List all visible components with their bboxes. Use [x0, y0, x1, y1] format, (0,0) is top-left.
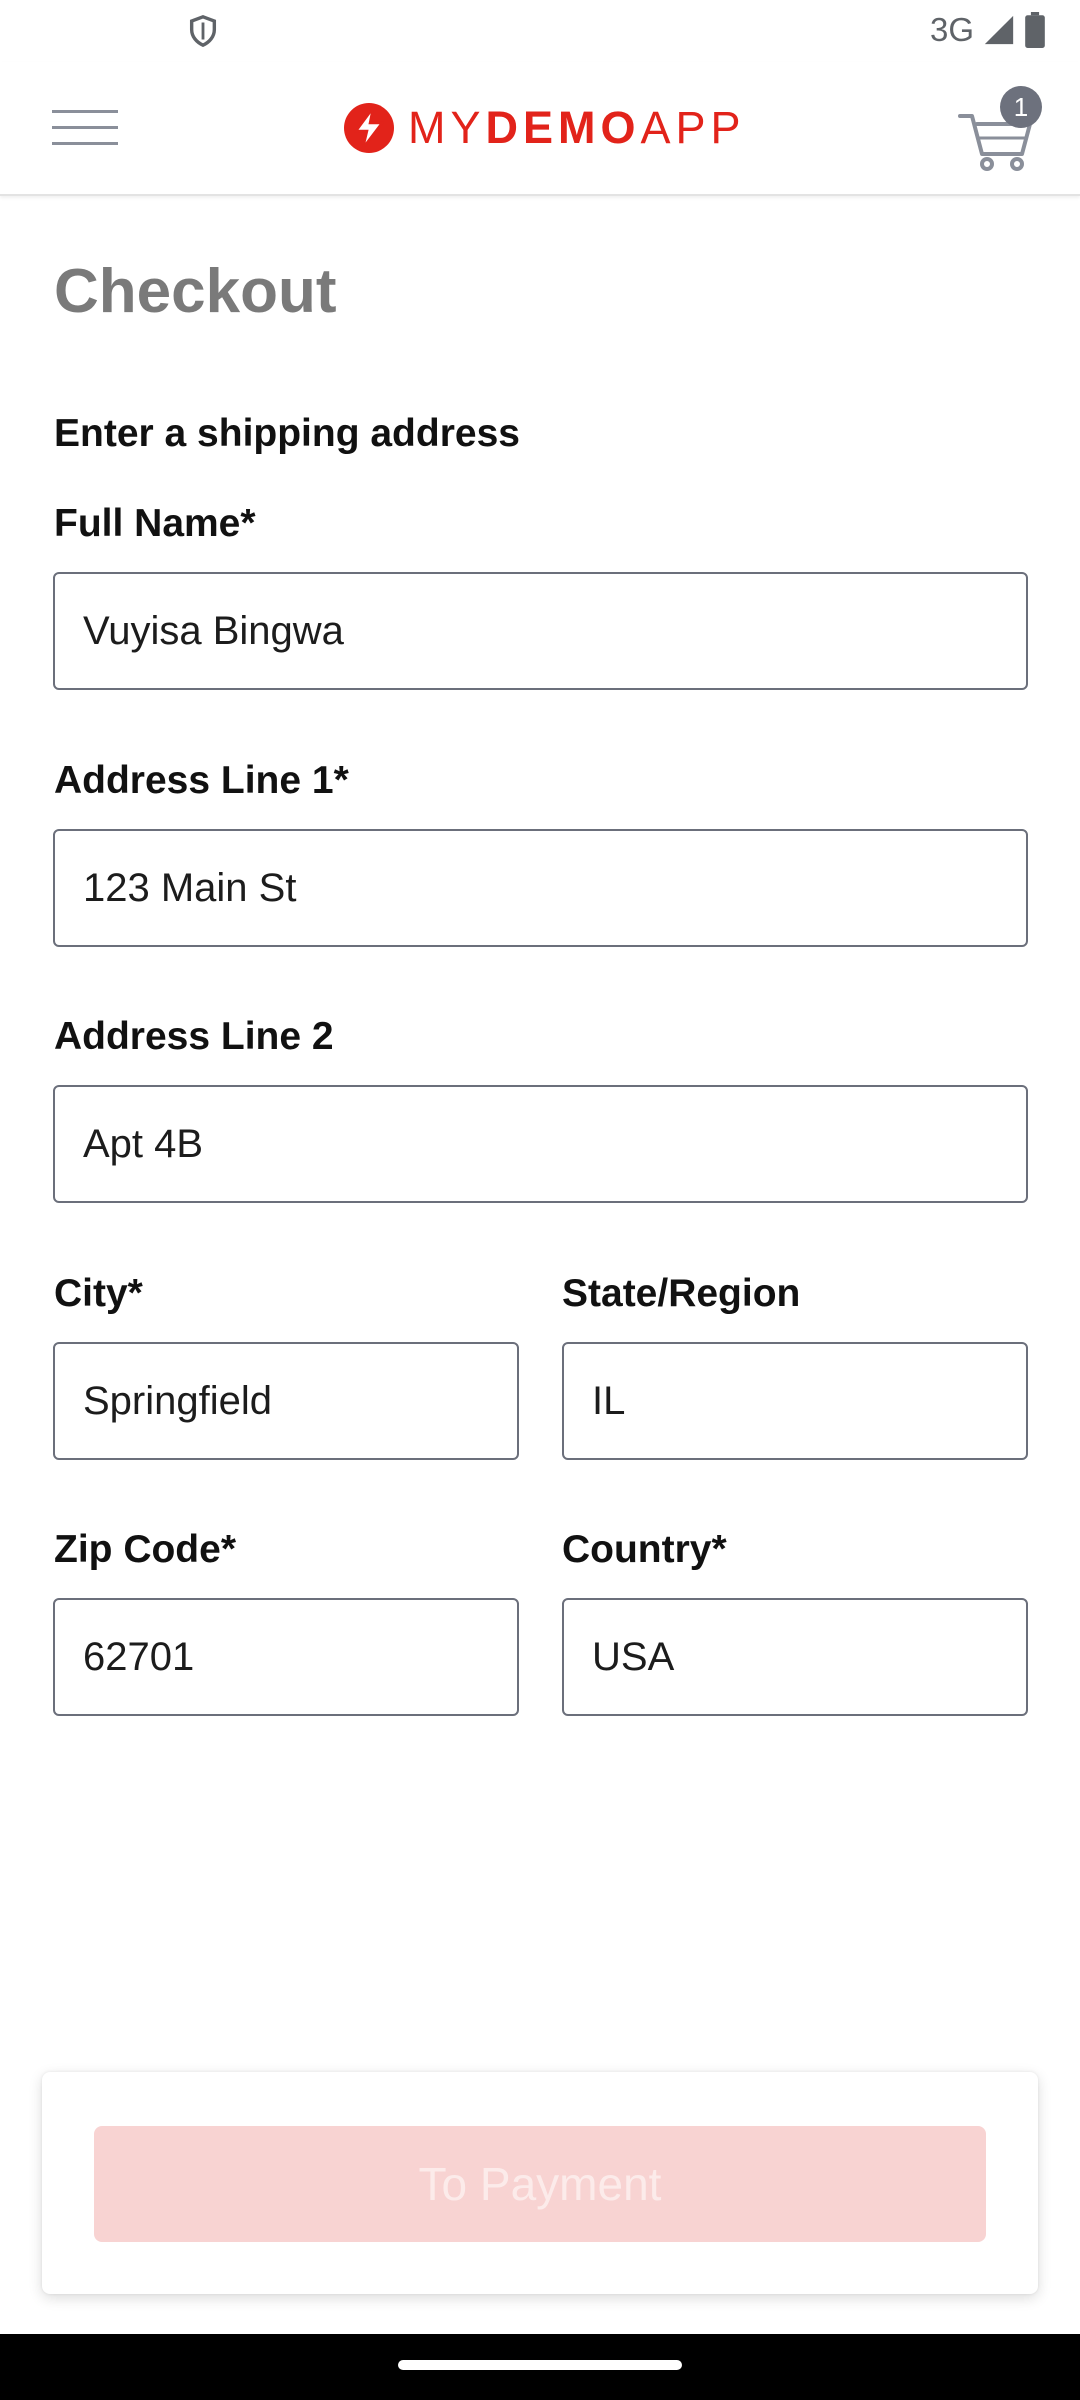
state-region-label: State/Region [562, 1272, 801, 1315]
country-label: Country* [562, 1528, 727, 1571]
cart-badge: 1 [1000, 86, 1042, 128]
status-indicators: 3G [930, 10, 1046, 50]
network-type: 3G [929, 11, 974, 48]
address-line-2-label: Address Line 2 [54, 1015, 334, 1058]
full-name-input[interactable] [53, 572, 1028, 690]
system-nav-bar [0, 2334, 1080, 2400]
state-region-input[interactable] [562, 1342, 1028, 1460]
logo-text-app: APP [640, 102, 746, 153]
checkout-footer: To Payment [42, 2072, 1038, 2294]
city-label: City* [54, 1272, 143, 1315]
zip-code-label: Zip Code* [54, 1528, 236, 1571]
city-input[interactable] [53, 1342, 519, 1460]
country-input[interactable] [562, 1598, 1028, 1716]
shield-icon [189, 15, 217, 48]
address-line-1-input[interactable] [53, 829, 1028, 947]
home-handle[interactable] [398, 2360, 682, 2370]
app-header: MYDEMOAPP [0, 62, 1080, 196]
zip-code-input[interactable] [53, 1598, 519, 1716]
page-title: Checkout [54, 257, 337, 326]
logo-text-demo: DEMO [485, 102, 641, 153]
app-logo: MYDEMOAPP [342, 98, 746, 158]
full-name-label: Full Name* [54, 502, 256, 545]
signal-icon [984, 15, 1014, 45]
section-title: Enter a shipping address [54, 412, 520, 455]
address-line-2-input[interactable] [53, 1085, 1028, 1203]
logo-text-my: MY [408, 102, 486, 153]
menu-button[interactable] [52, 104, 118, 152]
menu-icon [52, 110, 118, 145]
battery-icon [1025, 12, 1045, 48]
logo-text: MYDEMOAPP [408, 102, 746, 154]
status-bar: 3G [0, 0, 1080, 62]
to-payment-button[interactable]: To Payment [94, 2126, 986, 2242]
logo-bolt-icon [344, 103, 394, 153]
address-line-1-label: Address Line 1* [54, 759, 349, 802]
